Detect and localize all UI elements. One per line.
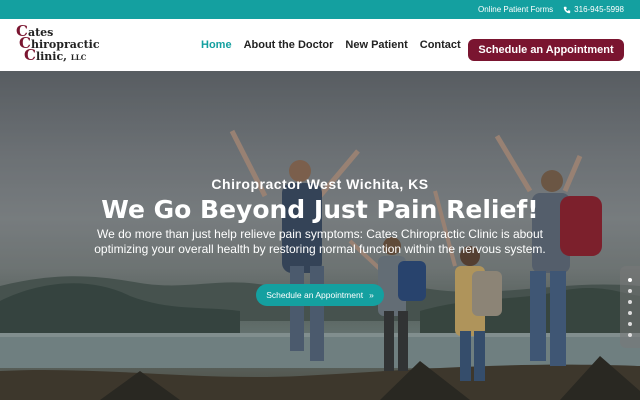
hero-button-label: Schedule an Appointment — [266, 290, 364, 300]
online-patient-forms-link[interactable]: Online Patient Forms — [478, 5, 553, 14]
nav-contact[interactable]: Contact — [420, 39, 461, 51]
hero-subtitle: Chiropractor West Wichita, KS — [211, 176, 429, 192]
slider-dots — [620, 266, 640, 348]
nav-home[interactable]: Home — [201, 39, 232, 51]
hero-description: We do more than just help relieve pain s… — [94, 227, 546, 256]
slider-dot-3[interactable] — [628, 299, 632, 304]
clinic-logo[interactable]: Cates Chiropractic Clinic, LLC — [16, 24, 100, 64]
double-chevron-right-icon: » — [369, 290, 374, 300]
site-header: Cates Chiropractic Clinic, LLC Home Abou… — [0, 19, 640, 71]
nav-about-the-doctor[interactable]: About the Doctor — [244, 39, 334, 51]
hero-title: We Go Beyond Just Pain Relief! — [101, 195, 539, 224]
hero-banner: Chiropractor West Wichita, KS We Go Beyo… — [0, 71, 640, 400]
slider-dot-2[interactable] — [628, 288, 632, 293]
phone-icon — [563, 6, 571, 13]
slider-dot-4[interactable] — [628, 310, 632, 315]
phone-link[interactable]: 316-945-5998 — [563, 5, 624, 14]
hero-schedule-appointment-button[interactable]: Schedule an Appointment » — [256, 284, 384, 306]
schedule-appointment-button[interactable]: Schedule an Appointment — [468, 39, 624, 61]
top-bar: Online Patient Forms 316-945-5998 — [0, 0, 640, 19]
main-nav: Home About the Doctor New Patient Contac… — [201, 19, 461, 71]
slider-dot-5[interactable] — [628, 321, 632, 326]
slider-dot-1[interactable] — [628, 277, 632, 282]
nav-new-patient[interactable]: New Patient — [345, 39, 407, 51]
slider-dot-6[interactable] — [628, 332, 632, 337]
phone-number: 316-945-5998 — [574, 5, 624, 14]
